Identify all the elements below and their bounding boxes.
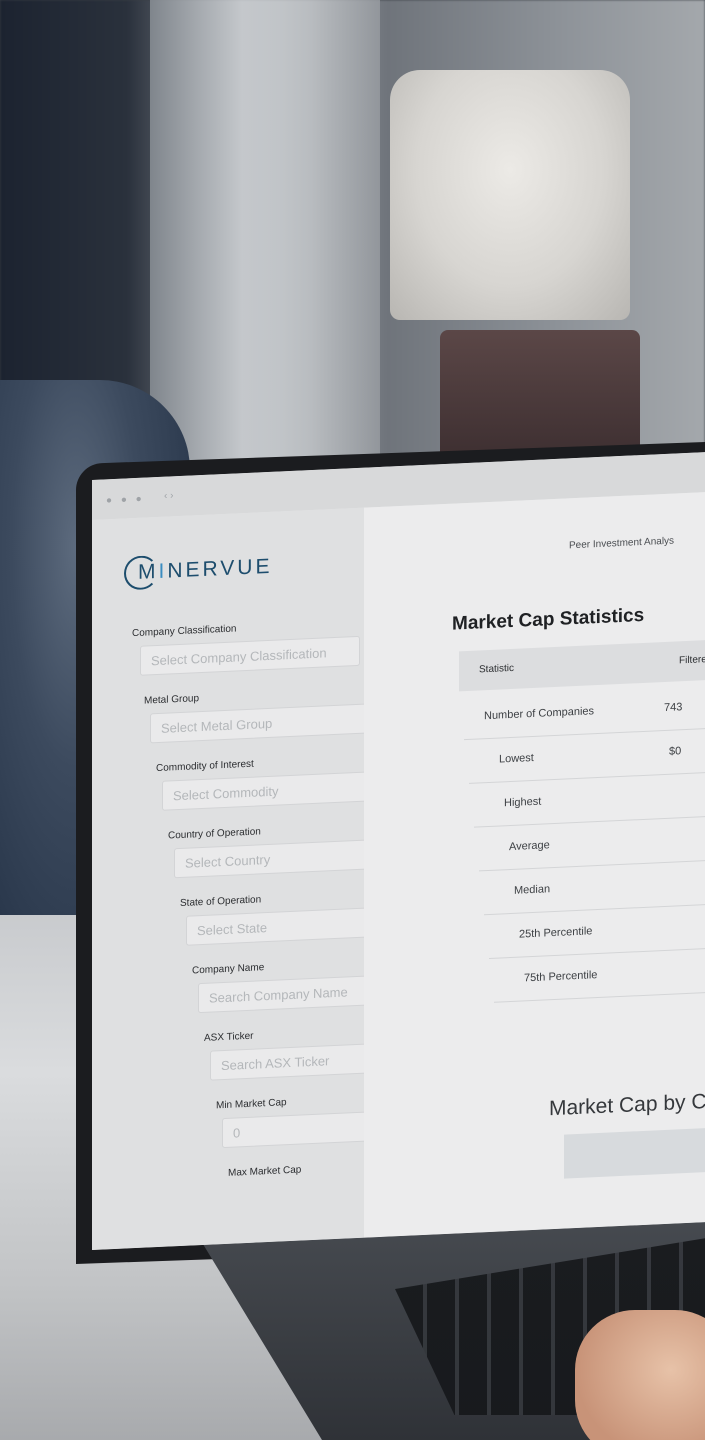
window-light	[150, 0, 380, 470]
field-label-min-market-cap: Min Market Cap	[216, 1097, 287, 1112]
row-stat: Lowest	[499, 751, 534, 766]
row-value: 743	[664, 701, 683, 715]
logo-text: MINERVUE	[138, 554, 273, 584]
hand	[575, 1310, 705, 1440]
laptop-screen: ● ● ● ‹ › MINERVUE Company Classificatio…	[92, 450, 705, 1251]
nav-arrows[interactable]: ‹ ›	[164, 490, 173, 501]
col-header-statistic: Statistic	[479, 662, 515, 676]
main-content: Peer Investment Analys Market Cap Statis…	[364, 490, 705, 1238]
field-label-metal-group: Metal Group	[144, 693, 200, 707]
company-classification-select[interactable]: Select Company Classification	[140, 635, 360, 676]
commodity-select[interactable]: Select Commodity	[162, 770, 382, 811]
field-label-country: Country of Operation	[168, 826, 261, 842]
country-select[interactable]: Select Country	[174, 838, 394, 879]
field-label-company-name: Company Name	[192, 962, 265, 977]
field-label-state: State of Operation	[180, 894, 262, 910]
chart-placeholder	[564, 1126, 705, 1179]
row-stat: Highest	[504, 795, 542, 810]
row-stat: Median	[514, 883, 551, 897]
row-stat: 25th Percentile	[519, 925, 593, 941]
photo-scene: ● ● ● ‹ › MINERVUE Company Classificatio…	[0, 0, 705, 1440]
field-label-asx-ticker: ASX Ticker	[204, 1030, 254, 1044]
lamp-shade	[390, 70, 630, 320]
page-header-title: Peer Investment Analys	[569, 535, 675, 552]
row-stat: Average	[509, 839, 550, 854]
market-cap-statistics-title: Market Cap Statistics	[452, 604, 645, 635]
field-label-commodity: Commodity of Interest	[156, 758, 254, 775]
row-value: $0	[669, 745, 682, 758]
field-label-company-classification: Company Classification	[132, 623, 237, 640]
row-stat: Number of Companies	[484, 705, 595, 723]
minervue-logo: MINERVUE	[124, 550, 272, 591]
row-stat: 75th Percentile	[524, 969, 598, 985]
col-header-filtered: Filtere	[679, 654, 705, 667]
window-controls[interactable]: ● ● ●	[106, 494, 145, 507]
field-label-max-market-cap: Max Market Cap	[228, 1164, 302, 1179]
stats-table-header: Statistic Filtere	[459, 638, 705, 692]
filter-sidebar: MINERVUE Company Classification Select C…	[92, 507, 442, 1250]
metal-group-select[interactable]: Select Metal Group	[150, 703, 370, 744]
market-cap-by-classification-title: Market Cap by Classif	[549, 1087, 705, 1121]
